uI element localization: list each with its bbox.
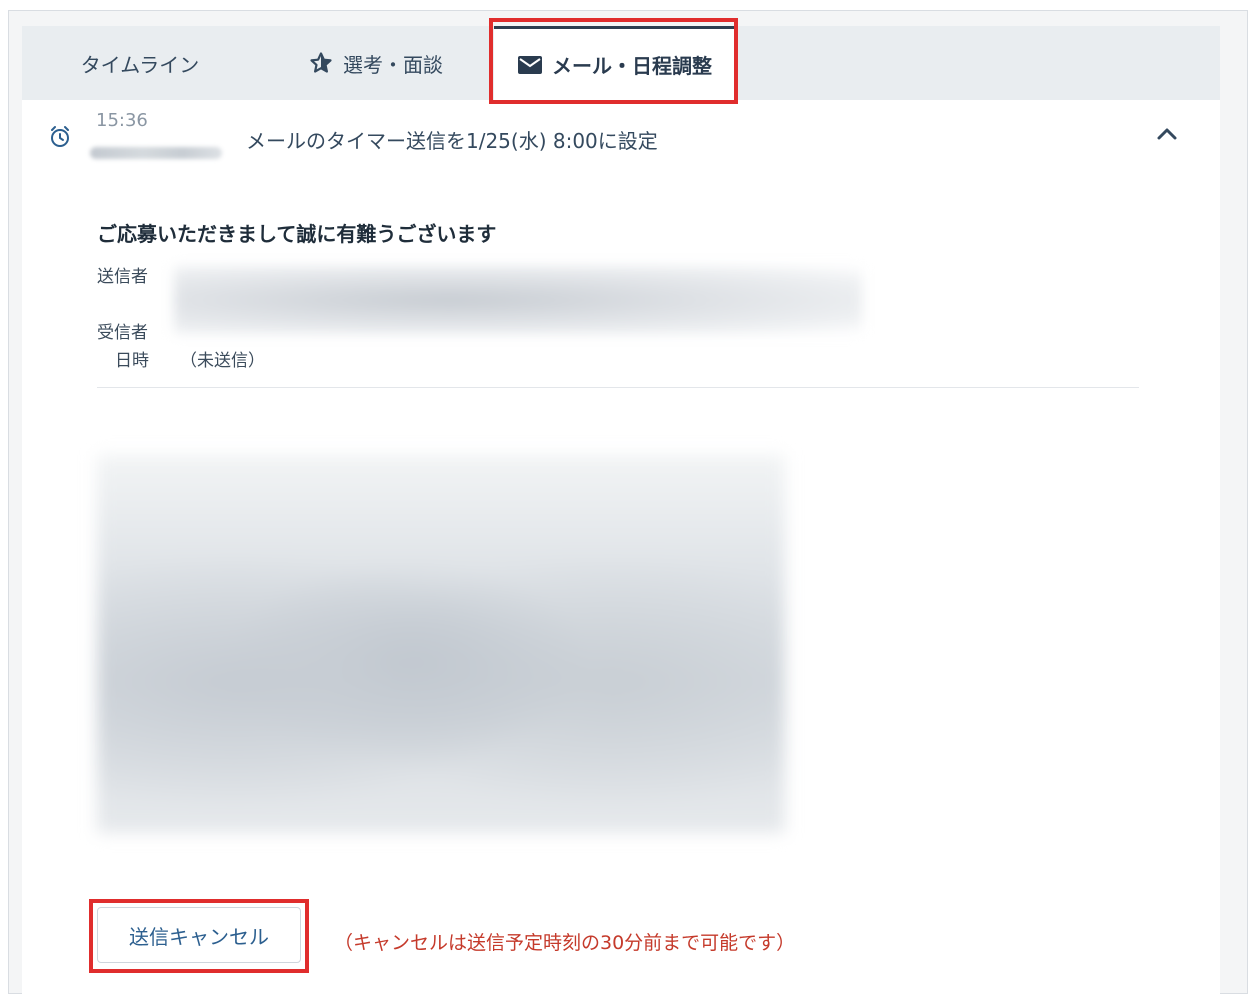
redacted-addresses xyxy=(174,266,862,334)
star-icon xyxy=(309,51,333,75)
tab-bar: タイムライン 選考・面談 メール・日程調整 xyxy=(22,26,1220,100)
cancel-send-button[interactable]: 送信キャンセル xyxy=(97,907,301,963)
tab-selection-interview[interactable]: 選考・面談 xyxy=(258,26,494,100)
tab-mail-schedule[interactable]: メール・日程調整 xyxy=(494,26,736,100)
cancel-note: （キャンセルは送信予定時刻の30分前まで可能です） xyxy=(334,932,796,954)
redacted-user-name xyxy=(90,147,222,159)
tab-mail-label: メール・日程調整 xyxy=(552,54,712,78)
alarm-clock-icon xyxy=(48,125,72,153)
tab-selection-label: 選考・面談 xyxy=(343,52,443,77)
redacted-mail-body xyxy=(97,455,785,833)
mail-icon xyxy=(518,55,542,74)
date-value: （未送信） xyxy=(180,351,265,371)
event-description: メールのタイマー送信を1/25(水) 8:00に設定 xyxy=(246,129,658,153)
divider xyxy=(97,387,1139,388)
chevron-up-icon[interactable] xyxy=(1154,124,1180,148)
tab-timeline-label: タイムライン xyxy=(80,52,200,77)
mail-subject: ご応募いただきまして誠に有難うございます xyxy=(97,222,497,246)
tab-timeline[interactable]: タイムライン xyxy=(22,26,258,100)
date-label: 日時 xyxy=(115,351,149,371)
event-time: 15:36 xyxy=(96,110,148,131)
receiver-label: 受信者 xyxy=(97,323,148,343)
sender-label: 送信者 xyxy=(97,267,148,287)
